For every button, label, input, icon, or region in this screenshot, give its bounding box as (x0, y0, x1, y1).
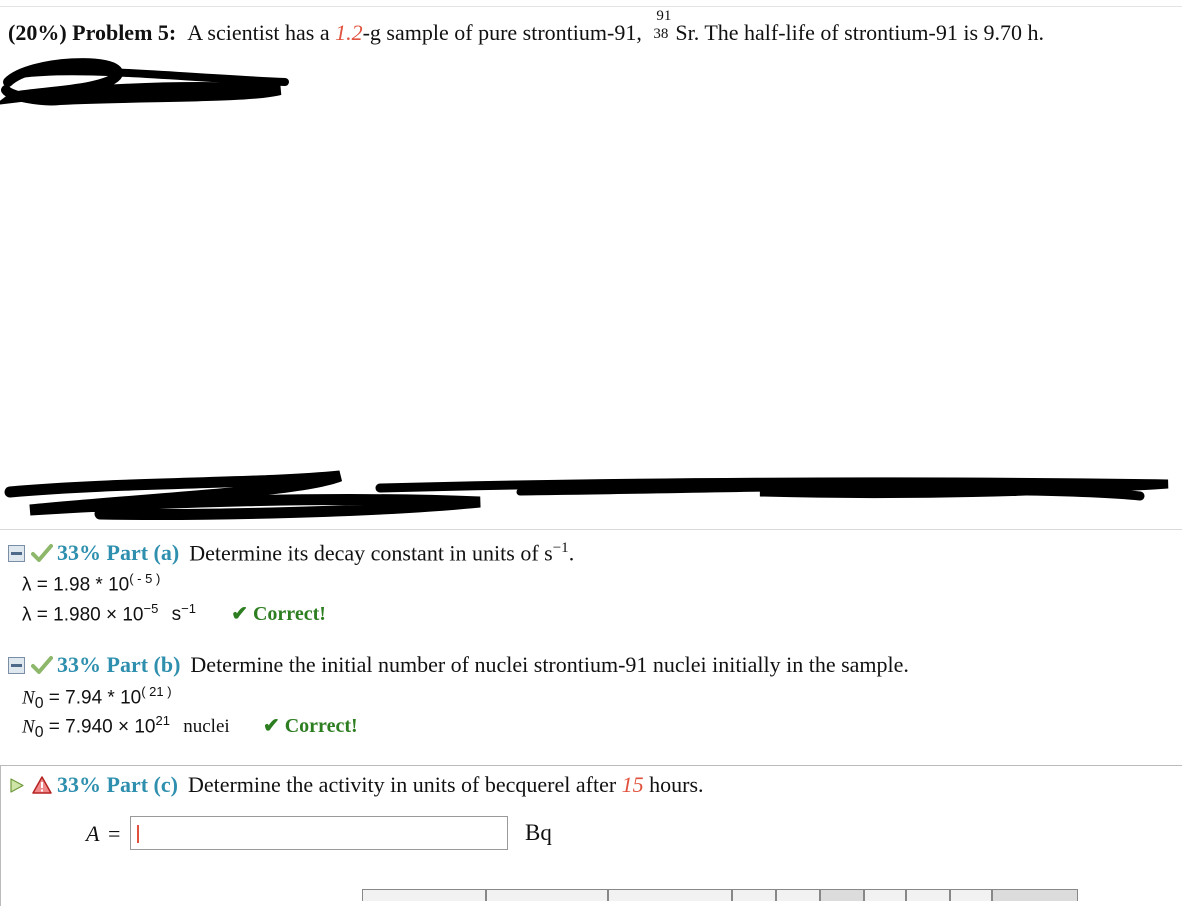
collapse-icon[interactable] (8, 656, 25, 674)
part-a-entered-answer: λ = 1.98 * 10( - 5 ) (22, 571, 161, 596)
part-b-result: N0 = 7.940 × 1021 nuclei ✔ Correct! (22, 713, 358, 742)
answer-unit: Bq (525, 820, 552, 845)
calculator-keypad (362, 889, 1078, 901)
keypad-key[interactable] (608, 889, 732, 901)
part-a-header: 33% Part (a) Determine its decay constan… (8, 540, 574, 566)
keypad-key[interactable] (950, 889, 992, 901)
keypad-key[interactable] (732, 889, 776, 901)
problem-text-post: The half-life of strontium-91 is 9.70 h. (704, 20, 1045, 45)
problem-text-pre: A scientist has a (187, 20, 330, 45)
part-b-title: 33% Part (b) (57, 652, 181, 677)
keypad-key[interactable] (776, 889, 820, 901)
top-rule (0, 0, 1182, 7)
keypad-key[interactable] (992, 889, 1078, 901)
part-b-prompt: Determine the initial number of nuclei s… (190, 652, 909, 677)
part-a-prompt: Determine its decay constant in units of… (189, 540, 575, 566)
part-c-prompt: Determine the activity in units of becqu… (187, 772, 704, 797)
problem-weight: (20%) (8, 20, 67, 45)
section-divider (0, 529, 1182, 530)
answer-variable-label: A (86, 821, 100, 846)
given-mass: 1.2 (335, 20, 363, 45)
keypad-key[interactable] (864, 889, 906, 901)
expand-arrow-icon[interactable] (8, 777, 25, 794)
part-b-entered-answer: N0 = 7.94 * 10( 21 ) (22, 684, 172, 713)
keypad-key[interactable] (486, 889, 608, 901)
problem-statement: (20%) Problem 5: A scientist has a 1.2-g… (8, 8, 1045, 46)
part-b-feedback: ✔ Correct! (262, 715, 358, 738)
checkmark-icon (31, 656, 53, 674)
keypad-key[interactable] (820, 889, 864, 901)
isotope-notation: 91 38 (653, 8, 672, 42)
keypad-key[interactable] (906, 889, 950, 901)
part-b-header: 33% Part (b) Determine the initial numbe… (8, 652, 909, 678)
collapse-icon[interactable] (8, 544, 25, 562)
part-c-title: 33% Part (c) (57, 772, 178, 797)
part-c-header: 33% Part (c) Determine the activity in u… (8, 772, 704, 798)
problem-text-mid: -g sample of pure strontium-91, (362, 20, 642, 45)
warning-icon (32, 776, 52, 794)
answer-equals: = (108, 821, 121, 846)
problem-label: Problem 5: (72, 20, 177, 45)
part-a-feedback: ✔ Correct! (231, 603, 326, 626)
part-a-title: 33% Part (a) (57, 540, 180, 566)
checkmark-icon (31, 544, 53, 563)
keypad-key[interactable] (362, 889, 486, 901)
part-a-result: λ = 1.980 × 10−5 s−1 ✔ Correct! (22, 601, 326, 626)
redaction-scribble-top (0, 58, 289, 106)
redaction-scribble-middle (4, 470, 1169, 520)
activity-answer-input[interactable] (130, 816, 508, 850)
text-cursor (137, 825, 139, 843)
isotope-symbol: Sr. (675, 20, 700, 45)
